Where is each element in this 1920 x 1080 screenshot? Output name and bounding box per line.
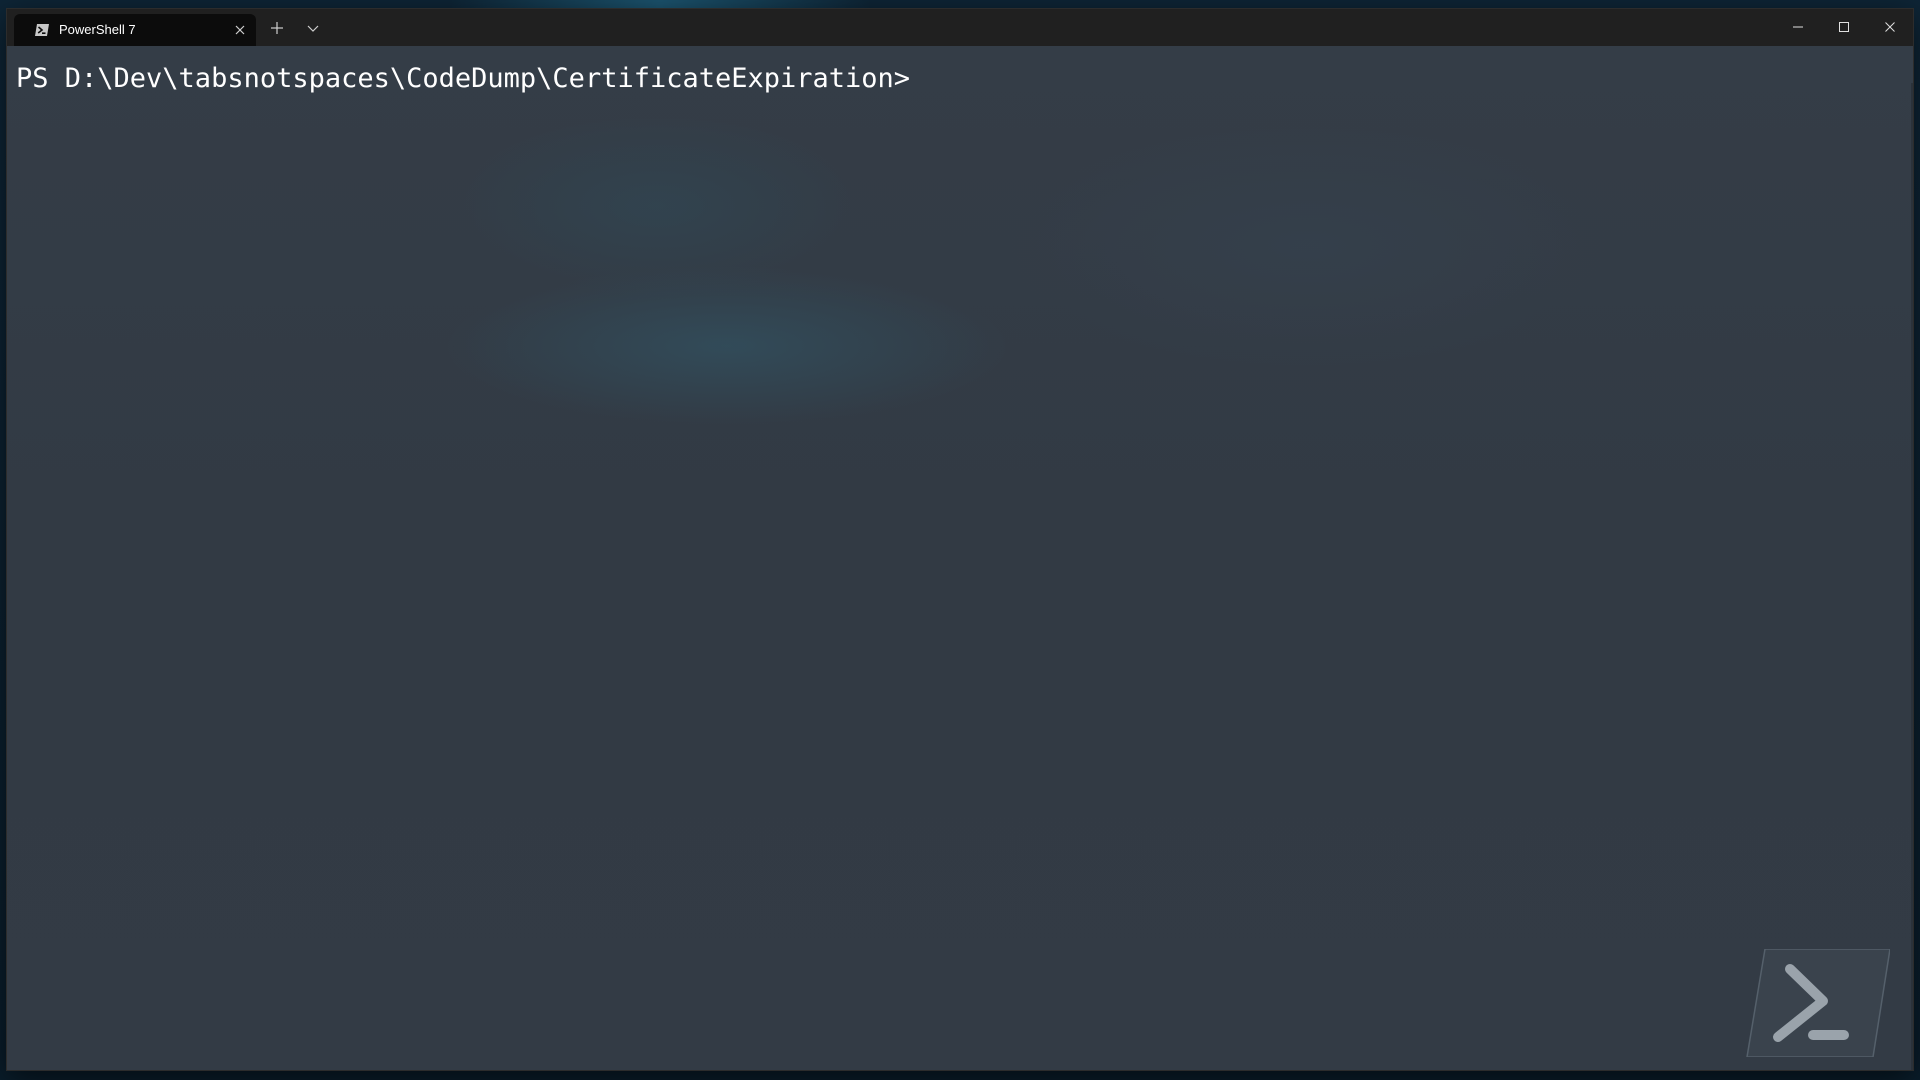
tab-powershell[interactable]: PowerShell 7 [14,14,256,46]
tab-close-icon[interactable] [232,22,248,38]
scrollbar-track[interactable] [1911,83,1913,1070]
close-window-button[interactable] [1867,9,1913,46]
powershell-icon [34,22,50,38]
maximize-button[interactable] [1821,9,1867,46]
terminal-pane[interactable]: PS D:\Dev\tabsnotspaces\CodeDump\Certifi… [7,46,1913,1070]
powershell-logo-icon [1745,948,1891,1058]
title-bar[interactable]: PowerShell 7 [7,9,1913,46]
shell-prompt: PS D:\Dev\tabsnotspaces\CodeDump\Certifi… [16,63,911,94]
minimize-icon [1793,26,1803,28]
profiles-dropdown-button[interactable] [305,20,321,36]
new-tab-button[interactable] [269,20,285,36]
maximize-icon [1839,22,1849,32]
terminal-window: PowerShell 7 PS D:\Dev\tabsnotspaces\Cod… [7,9,1913,1070]
close-icon [1885,22,1895,32]
chevron-down-icon [307,25,319,32]
tab-title: PowerShell 7 [59,22,136,37]
minimize-button[interactable] [1775,9,1821,46]
plus-icon [271,22,283,34]
